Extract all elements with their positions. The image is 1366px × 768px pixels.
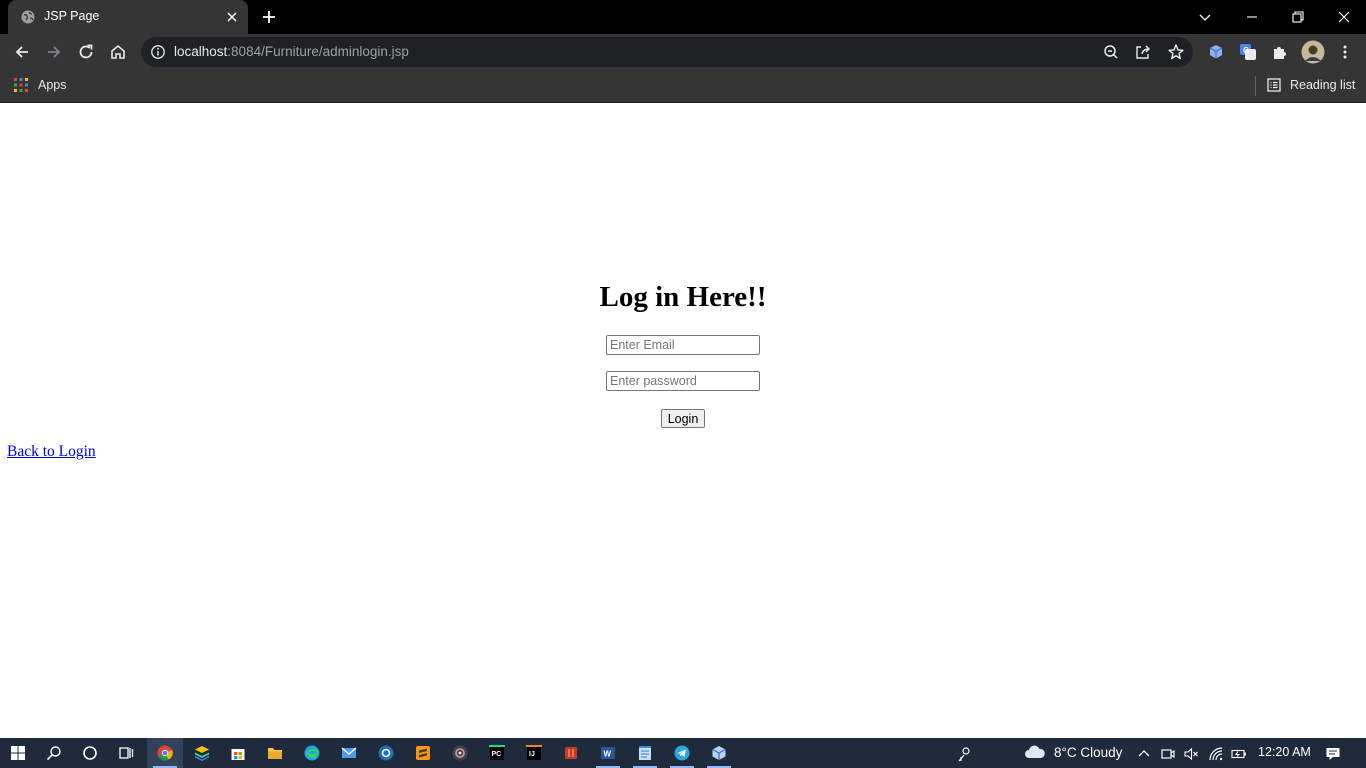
bluestacks-icon[interactable] [184, 738, 220, 768]
tab-search-icon[interactable] [1181, 0, 1227, 34]
wifi-icon[interactable] [1208, 746, 1224, 762]
browser-tab[interactable]: JSP Page [8, 0, 248, 34]
globe-icon [21, 10, 35, 24]
tab-strip: JSP Page [0, 0, 1366, 34]
speaker-muted-icon[interactable] [1183, 746, 1199, 762]
start-icon[interactable] [0, 738, 36, 768]
page-title: Log in Here!! [599, 281, 767, 313]
menu-kebab-icon[interactable] [1336, 43, 1354, 61]
tab-title: JSP Page [44, 9, 100, 23]
reading-list-icon[interactable] [1267, 78, 1281, 92]
google-translate-icon[interactable]: G [1239, 43, 1257, 61]
url-path: :8084/Furniture/adminlogin.jsp [227, 44, 409, 59]
svg-text:W: W [604, 750, 612, 759]
bookmark-star-icon[interactable] [1167, 43, 1185, 61]
url-host: localhost [174, 44, 228, 59]
meet-now-icon[interactable] [1160, 746, 1176, 762]
zoom-icon[interactable] [1102, 43, 1120, 61]
chrome-icon[interactable] [147, 738, 183, 768]
extensions-puzzle-icon[interactable] [1271, 43, 1289, 61]
profile-avatar[interactable] [1301, 40, 1325, 64]
people-icon[interactable] [956, 746, 972, 762]
edge-icon[interactable] [294, 738, 330, 768]
bookmarks-bar: Apps Reading list [0, 70, 1366, 103]
cloud-weather-icon[interactable] [1024, 744, 1046, 760]
mail-icon[interactable] [331, 738, 367, 768]
telegram-icon[interactable] [664, 738, 700, 768]
login-button[interactable]: Login [661, 409, 705, 428]
close-tab-icon[interactable] [224, 9, 240, 25]
virtualbox-icon[interactable] [701, 738, 737, 768]
svg-text:IJ: IJ [529, 751, 535, 758]
svg-text:PC: PC [492, 751, 502, 758]
new-tab-icon[interactable] [260, 8, 278, 26]
restore-icon[interactable] [1274, 0, 1320, 34]
address-bar[interactable]: localhost:8084/Furniture/adminlogin.jsp [141, 37, 1193, 67]
password-field[interactable] [606, 371, 760, 391]
pycharm-icon[interactable]: PC [479, 738, 515, 768]
file-explorer-icon[interactable] [257, 738, 293, 768]
chevron-up-icon[interactable] [1136, 746, 1152, 762]
reading-list-button[interactable]: Reading list [1290, 78, 1355, 92]
home-icon[interactable] [109, 43, 127, 61]
search-icon[interactable] [36, 738, 72, 768]
clock-time[interactable]: 12:20 AM [1258, 745, 1311, 759]
forward-icon[interactable] [45, 43, 63, 61]
cortana-icon[interactable] [72, 738, 108, 768]
word-icon[interactable]: W [590, 738, 626, 768]
store-icon[interactable] [220, 738, 256, 768]
notepad-icon[interactable] [627, 738, 663, 768]
close-window-icon[interactable] [1320, 0, 1366, 34]
notifications-icon[interactable] [1325, 746, 1341, 762]
url-text: localhost:8084/Furniture/adminlogin.jsp [174, 44, 409, 59]
minimize-icon[interactable] [1228, 0, 1274, 34]
back-to-login-link[interactable]: Back to Login [7, 443, 96, 461]
app-icon[interactable] [553, 738, 589, 768]
apps-bookmark[interactable]: Apps [38, 78, 67, 92]
reload-icon[interactable] [77, 43, 95, 61]
email-field[interactable] [606, 335, 760, 355]
sublime-text-icon[interactable] [405, 738, 441, 768]
apps-grid-icon[interactable] [14, 78, 28, 92]
obs-icon[interactable] [442, 738, 478, 768]
app-icon[interactable] [368, 738, 404, 768]
back-icon[interactable] [13, 43, 31, 61]
bookmark-divider [1255, 76, 1256, 96]
info-icon[interactable] [150, 44, 166, 60]
battery-icon[interactable] [1231, 746, 1247, 762]
extension-cube-icon[interactable] [1207, 43, 1225, 61]
weather-text[interactable]: 8°C Cloudy [1054, 745, 1122, 760]
browser-toolbar: localhost:8084/Furniture/adminlogin.jsp … [0, 34, 1366, 70]
intellij-icon[interactable]: IJ [516, 738, 552, 768]
taskbar: PC IJ W 8°C Cloudy 12:20 AM [0, 738, 1366, 768]
page-content: Log in Here!! Login Back to Login [0, 103, 1366, 738]
svg-text:G: G [1243, 46, 1249, 55]
share-icon[interactable] [1134, 43, 1152, 61]
task-view-icon[interactable] [108, 738, 144, 768]
